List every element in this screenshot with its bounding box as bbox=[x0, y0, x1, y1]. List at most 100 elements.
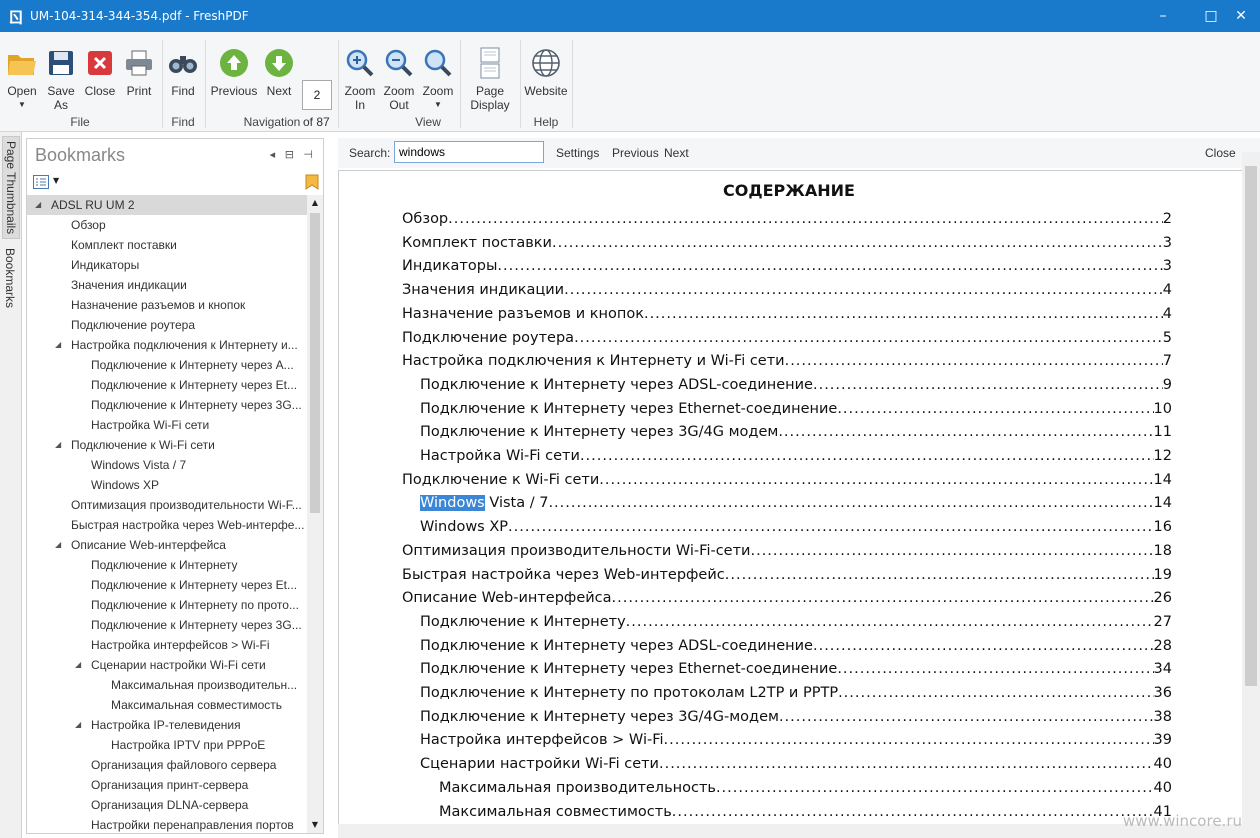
open-button[interactable]: Open ▼ bbox=[4, 46, 40, 112]
bookmark-item[interactable]: Индикаторы bbox=[27, 255, 307, 275]
bookmark-item[interactable]: Настройка Wi-Fi сети bbox=[27, 415, 307, 435]
bookmark-item[interactable]: Обзор bbox=[27, 215, 307, 235]
bookmark-item[interactable]: ◢ Подключение к Wi-Fi сети bbox=[27, 435, 307, 455]
close-button[interactable]: Close bbox=[82, 46, 118, 98]
toc-entry[interactable]: Windows Vista / 7 14 bbox=[420, 488, 1172, 512]
toc-entry[interactable]: Подключение к Интернету по протоколам L2… bbox=[420, 678, 1172, 701]
search-close-link[interactable]: Close bbox=[1205, 146, 1236, 160]
toc-entry[interactable]: Подключение к Интернету через ADSL-соеди… bbox=[420, 631, 1172, 654]
float-panel-icon[interactable]: ⊟ bbox=[285, 148, 294, 161]
toc-entry[interactable]: Подключение к Wi-Fi сети 14 bbox=[402, 465, 1172, 488]
toc-entry[interactable]: Подключение к Интернету через ADSL-соеди… bbox=[420, 370, 1172, 393]
toc-entry[interactable]: Настройка интерфейсов > Wi-Fi 39 bbox=[420, 725, 1172, 748]
toc-entry[interactable]: Быстрая настройка через Web-интерфейс 19 bbox=[402, 560, 1172, 583]
bookmark-item[interactable]: Подключение к Интернету через Et... bbox=[27, 575, 307, 595]
page-display-button[interactable]: Page Display bbox=[464, 46, 516, 112]
tab-bookmarks[interactable]: Bookmarks bbox=[2, 244, 18, 312]
document-horizontal-scrollbar[interactable] bbox=[338, 824, 1242, 838]
bookmark-item[interactable]: Подключение к Интернету через Et... bbox=[27, 375, 307, 395]
toc-entry[interactable]: Назначение разъемов и кнопок 4 bbox=[402, 299, 1172, 322]
toc-entry[interactable]: Обзор 2 bbox=[402, 204, 1172, 227]
bookmark-item[interactable]: Подключение роутера bbox=[27, 315, 307, 335]
bookmark-item[interactable]: Оптимизация производительности Wi-F... bbox=[27, 495, 307, 515]
website-button[interactable]: Website bbox=[524, 46, 568, 98]
search-next-link[interactable]: Next bbox=[664, 146, 689, 160]
bookmark-item[interactable]: Быстрая настройка через Web-интерфе... bbox=[27, 515, 307, 535]
zoom-dropdown-button[interactable]: Zoom ▼ bbox=[420, 46, 456, 112]
toc-entry[interactable]: Описание Web-интерфейса 26 bbox=[402, 583, 1172, 606]
close-window-button[interactable]: ✕ bbox=[1222, 0, 1260, 32]
bookmark-item[interactable]: Настройки перенаправления портов bbox=[27, 815, 307, 833]
zoom-in-button[interactable]: Zoom In bbox=[342, 46, 378, 112]
bookmark-item[interactable]: Подключение к Интернету через 3G... bbox=[27, 395, 307, 415]
bookmark-item[interactable]: ◢ Сценарии настройки Wi-Fi сети bbox=[27, 655, 307, 675]
bookmark-item[interactable]: Подключение к Интернету bbox=[27, 555, 307, 575]
bookmark-item[interactable]: Максимальная производительн... bbox=[27, 675, 307, 695]
bookmark-item[interactable]: Комплект поставки bbox=[27, 235, 307, 255]
toc-entry[interactable]: Максимальная совместимость 41 bbox=[439, 797, 1172, 820]
search-previous-link[interactable]: Previous bbox=[612, 146, 659, 160]
toc-entry[interactable]: Подключение к Интернету через Ethernet-с… bbox=[420, 394, 1172, 417]
toc-entry[interactable]: Индикаторы 3 bbox=[402, 251, 1172, 274]
bookmark-item[interactable]: Подключение к Интернету через 3G... bbox=[27, 615, 307, 635]
bookmark-item[interactable]: ◢ Настройка подключения к Интернету и... bbox=[27, 335, 307, 355]
toc-entry[interactable]: Максимальная производительность 40 bbox=[439, 773, 1172, 796]
toc-entry[interactable]: Настройка подключения к Интернету и Wi-F… bbox=[402, 346, 1172, 369]
toc-entry[interactable]: Сценарии настройки Wi-Fi сети 40 bbox=[420, 749, 1172, 772]
search-settings-link[interactable]: Settings bbox=[556, 146, 599, 160]
toc-entry[interactable]: Подключение к Интернету через 3G/4G-моде… bbox=[420, 702, 1172, 725]
bookmark-item[interactable]: Организация принт-сервера bbox=[27, 775, 307, 795]
toc-entry[interactable]: Подключение к Интернету через 3G/4G моде… bbox=[420, 417, 1172, 440]
bookmark-item[interactable]: ◢ Описание Web-интерфейса bbox=[27, 535, 307, 555]
save-as-button[interactable]: Save As bbox=[44, 46, 78, 112]
next-page-button[interactable]: Next bbox=[262, 46, 296, 98]
expand-arrow-icon[interactable]: ◢ bbox=[55, 535, 61, 555]
toc-entry[interactable]: Подключение к Интернету 27 bbox=[420, 607, 1172, 630]
pin-icon[interactable]: ⊣ bbox=[303, 148, 313, 161]
page-number-input[interactable]: 2 bbox=[302, 80, 332, 110]
toc-entry[interactable]: Windows XP 16 bbox=[420, 512, 1172, 535]
bookmark-item[interactable]: Значения индикации bbox=[27, 275, 307, 295]
bookmark-add-icon[interactable] bbox=[305, 174, 319, 190]
list-options-icon[interactable] bbox=[33, 175, 49, 189]
chevron-down-icon[interactable]: ▼ bbox=[53, 176, 59, 185]
bookmark-item[interactable]: Назначение разъемов и кнопок bbox=[27, 295, 307, 315]
expand-arrow-icon[interactable]: ◢ bbox=[75, 655, 81, 675]
toc-entry[interactable]: Настройка Wi-Fi сети 12 bbox=[420, 441, 1172, 464]
bookmark-item[interactable]: Максимальная совместимость bbox=[27, 695, 307, 715]
print-button[interactable]: Print bbox=[122, 46, 156, 98]
bookmark-item[interactable]: Подключение к Интернету по прото... bbox=[27, 595, 307, 615]
bookmark-item[interactable]: Windows Vista / 7 bbox=[27, 455, 307, 475]
minimize-button[interactable]: – bbox=[1144, 0, 1182, 32]
bookmark-item[interactable]: Windows XP bbox=[27, 475, 307, 495]
bookmark-item[interactable]: Подключение к Интернету через A... bbox=[27, 355, 307, 375]
tab-page-thumbnails[interactable]: Page Thumbnails bbox=[2, 136, 20, 240]
search-input[interactable] bbox=[394, 141, 544, 163]
toc-entry[interactable]: Значения индикации 4 bbox=[402, 275, 1172, 298]
scroll-thumb[interactable] bbox=[310, 213, 320, 513]
bookmark-item[interactable]: ◢ Настройка IP-телевидения bbox=[27, 715, 307, 735]
document-view[interactable]: СОДЕРЖАНИЕ Обзор2Комплект поставки3Индик… bbox=[338, 170, 1242, 824]
bookmark-item[interactable]: Организация файлового сервера bbox=[27, 755, 307, 775]
document-scrollbar[interactable] bbox=[1242, 152, 1260, 838]
bookmark-item[interactable]: ◢ ADSL RU UM 2 bbox=[27, 195, 307, 215]
bookmark-item[interactable]: Настройка интерфейсов > Wi-Fi bbox=[27, 635, 307, 655]
scroll-thumb[interactable] bbox=[1245, 166, 1257, 686]
bookmark-item[interactable]: Организация DLNA-сервера bbox=[27, 795, 307, 815]
scroll-down-icon[interactable]: ▼ bbox=[307, 817, 323, 833]
expand-arrow-icon[interactable]: ◢ bbox=[55, 435, 61, 455]
bookmarks-scrollbar[interactable]: ▲ ▼ bbox=[307, 195, 323, 833]
expand-arrow-icon[interactable]: ◢ bbox=[35, 195, 41, 215]
expand-arrow-icon[interactable]: ◢ bbox=[55, 335, 61, 355]
scroll-up-icon[interactable]: ▲ bbox=[307, 195, 323, 211]
bookmark-item[interactable]: Настройка IPTV при PPPoE bbox=[27, 735, 307, 755]
previous-page-button[interactable]: Previous bbox=[210, 46, 258, 98]
expand-arrow-icon[interactable]: ◢ bbox=[75, 715, 81, 735]
panel-menu-icon[interactable]: ◂ bbox=[270, 148, 276, 161]
toc-entry[interactable]: Подключение к Интернету через Ethernet-с… bbox=[420, 654, 1172, 677]
zoom-out-button[interactable]: Zoom Out bbox=[381, 46, 417, 112]
toc-entry[interactable]: Комплект поставки 3 bbox=[402, 228, 1172, 251]
toc-entry[interactable]: Подключение роутера 5 bbox=[402, 323, 1172, 346]
toc-entry[interactable]: Оптимизация производительности Wi-Fi-сет… bbox=[402, 536, 1172, 559]
find-button[interactable]: Find bbox=[166, 46, 200, 98]
